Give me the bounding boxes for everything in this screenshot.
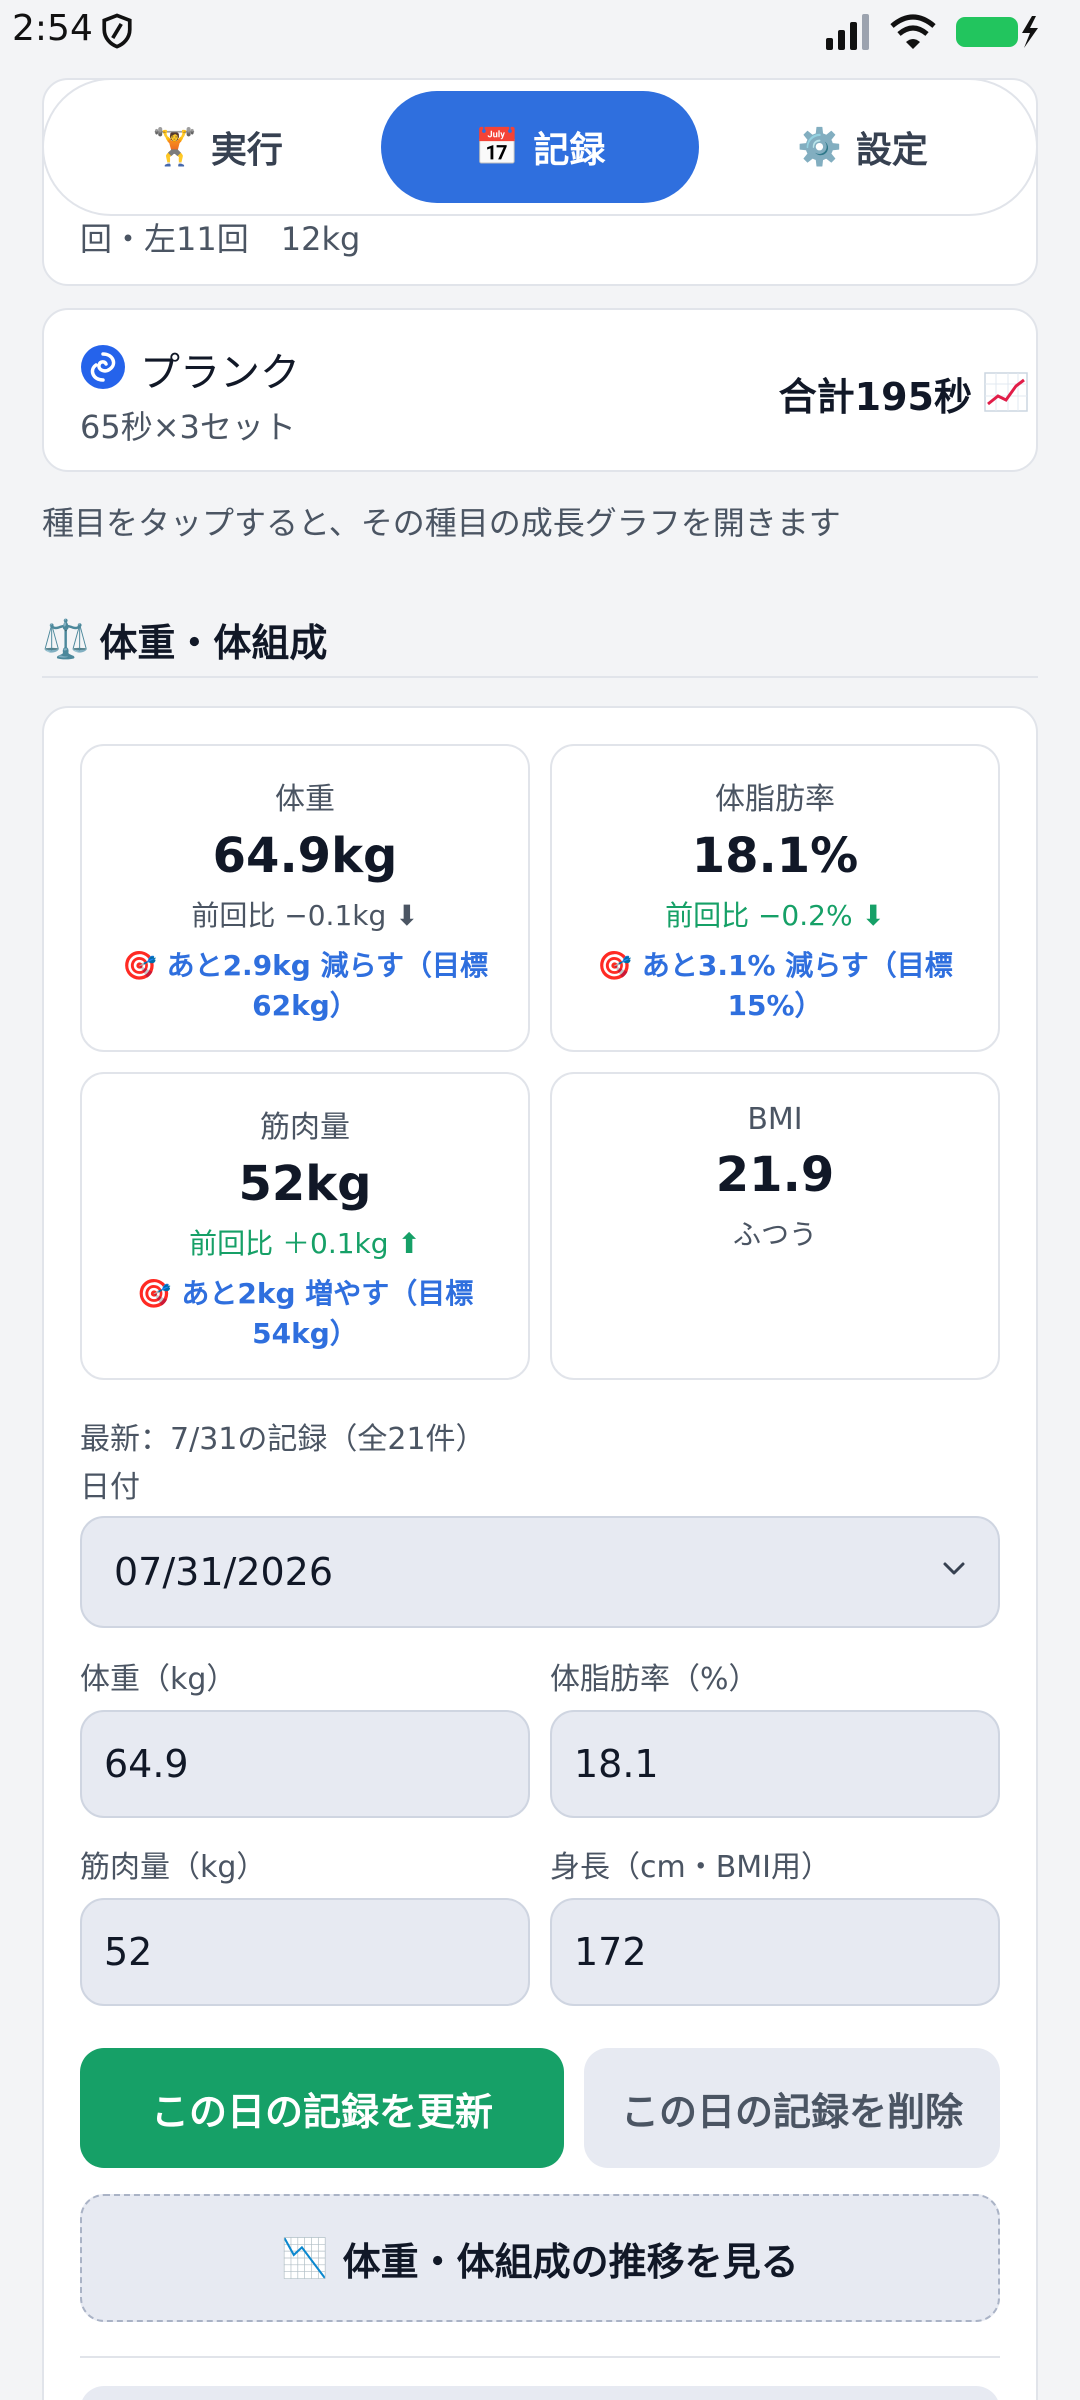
- section-title-text: 体重・体組成: [99, 621, 328, 665]
- stat-value: 64.9kg: [212, 828, 398, 884]
- signal-icon: [826, 14, 869, 50]
- delete-record-button[interactable]: この日の記録を削除: [584, 2048, 1000, 2168]
- stat-goal: 🎯 あと2kg 増やす（目標54kg）: [112, 1274, 498, 1354]
- cyclone-icon: [81, 345, 125, 389]
- stat-value: 52kg: [238, 1156, 372, 1212]
- shield-icon: [102, 13, 132, 49]
- stat-diff: 前回比 ＋0.1kg ⬆: [189, 1227, 421, 1260]
- stat-goal-text: あと2kg 増やす（目標54kg）: [181, 1277, 474, 1350]
- divider: [80, 2356, 1000, 2358]
- stat-weight: 体重 64.9kg 前回比 −0.1kg ⬇ 🎯 あと2.9kg 減らす（目標6…: [80, 744, 530, 1052]
- wifi-icon: [890, 14, 936, 49]
- update-record-button[interactable]: この日の記録を更新: [80, 2048, 564, 2168]
- weight-label: 体重（kg）: [80, 1662, 237, 1697]
- stat-goal: 🎯 あと2.9kg 減らす（目標62kg）: [112, 946, 498, 1026]
- stat-label: 体脂肪率: [715, 782, 835, 817]
- stat-value: 18.1%: [691, 828, 859, 884]
- previous-item-text: 回・左11回 12kg: [80, 220, 361, 258]
- scales-icon: ⚖️: [42, 617, 90, 661]
- stat-goal: 🎯 あと3.1% 減らす（目標15%）: [582, 946, 968, 1026]
- height-input[interactable]: 172: [550, 1898, 1000, 2006]
- tab-label: 実行: [210, 130, 283, 171]
- stat-bodyfat: 体脂肪率 18.1% 前回比 −0.2% ⬇ 🎯 あと3.1% 減らす（目標15…: [550, 744, 1000, 1052]
- target-icon: 🎯: [597, 949, 633, 982]
- weight-input[interactable]: 64.9: [80, 1710, 530, 1818]
- bodyfat-label: 体脂肪率（%）: [550, 1662, 759, 1697]
- gear-icon: ⚙️: [797, 127, 842, 168]
- stat-value: 21.9: [715, 1147, 835, 1203]
- status-icons: [826, 12, 1040, 52]
- tab-bar: 🏋 実行 📅 記録 ⚙️ 設定: [42, 78, 1038, 216]
- weightlifter-icon: 🏋: [152, 127, 197, 168]
- divider: [42, 676, 1038, 678]
- stat-bmi: BMI 21.9 ふつう: [550, 1072, 1000, 1380]
- date-label: 日付: [80, 1470, 140, 1505]
- status-time: 2:54: [12, 8, 93, 49]
- battery-charging-icon: [956, 16, 1038, 48]
- bmi-status: ふつう: [732, 1218, 817, 1251]
- next-section-peek: [80, 2386, 1000, 2400]
- bodyfat-input[interactable]: 18.1: [550, 1710, 1000, 1818]
- chart-increasing-icon[interactable]: [984, 372, 1028, 412]
- calendar-icon: 📅: [474, 127, 520, 168]
- tab-settings[interactable]: ⚙️ 設定: [699, 91, 1026, 203]
- muscle-label: 筋肉量（kg）: [80, 1850, 267, 1885]
- tab-label: 記録: [533, 130, 606, 171]
- stat-diff: 前回比 −0.1kg ⬇: [191, 899, 419, 932]
- hint-text: 種目をタップすると、その種目の成長グラフを開きます: [42, 504, 841, 542]
- height-label: 身長（cm・BMI用）: [550, 1850, 832, 1885]
- stat-label: 体重: [275, 782, 335, 817]
- stat-muscle: 筋肉量 52kg 前回比 ＋0.1kg ⬆ 🎯 あと2kg 増やす（目標54kg…: [80, 1072, 530, 1380]
- target-icon: 🎯: [121, 949, 157, 982]
- exercise-name: プランク: [140, 350, 300, 396]
- date-value: 07/31/2026: [114, 1550, 334, 1594]
- stat-diff: 前回比 −0.2% ⬇: [665, 899, 885, 932]
- tab-record[interactable]: 📅 記録: [381, 91, 699, 203]
- stat-label: 筋肉量: [260, 1110, 350, 1145]
- view-trend-button[interactable]: 📉 体重・体組成の推移を見る: [80, 2194, 1000, 2322]
- target-icon: 🎯: [136, 1277, 172, 1310]
- tab-label: 設定: [855, 130, 928, 171]
- muscle-input[interactable]: 52: [80, 1898, 530, 2006]
- stat-label: BMI: [747, 1102, 803, 1137]
- chevron-down-icon: [943, 1562, 965, 1575]
- exercise-sets: 65秒×3セット: [80, 408, 296, 446]
- date-select[interactable]: 07/31/2026: [80, 1516, 1000, 1628]
- section-title: ⚖️ 体重・体組成: [42, 612, 327, 667]
- view-trend-label: 体重・体組成の推移を見る: [342, 2239, 799, 2284]
- stat-goal-text: あと2.9kg 減らす（目標62kg）: [166, 949, 489, 1022]
- tab-execute[interactable]: 🏋 実行: [54, 91, 381, 203]
- exercise-total: 合計195秒: [778, 375, 972, 419]
- chart-decreasing-icon: 📉: [281, 2235, 329, 2280]
- stat-goal-text: あと3.1% 減らす（目標15%）: [641, 949, 953, 1022]
- latest-record-text: 最新：7/31の記録（全21件）: [80, 1422, 486, 1457]
